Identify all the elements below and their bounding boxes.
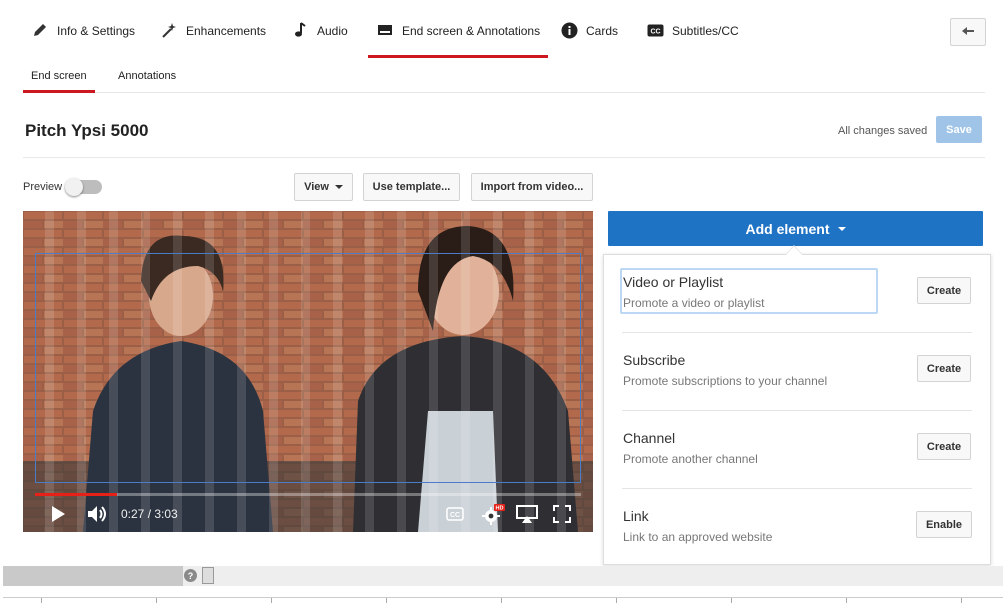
hd-badge: HD — [496, 506, 504, 512]
tab-end-screen-annotations[interactable]: End screen & Annotations — [367, 18, 549, 58]
tab-info-settings[interactable]: Info & Settings — [31, 18, 135, 58]
item-description: Promote a video or playlist — [623, 296, 765, 310]
settings-gear-icon[interactable]: HD — [481, 503, 505, 530]
fullscreen-icon[interactable] — [553, 505, 571, 528]
magic-wand-icon — [160, 21, 178, 39]
ruler-tick — [731, 598, 732, 603]
ruler-tick — [156, 598, 157, 603]
tab-label: Cards — [586, 24, 619, 38]
preview-label: Preview — [23, 181, 63, 193]
tab-label: End screen & Annotations — [402, 24, 541, 38]
item-title: Channel — [623, 430, 676, 446]
svg-text:CC: CC — [450, 512, 460, 519]
end-screen-icon — [376, 21, 394, 39]
cc-icon: CC — [646, 21, 664, 39]
progress-played — [35, 493, 117, 496]
timeline-ruler — [3, 597, 1003, 609]
tab-label: Audio — [317, 24, 348, 38]
timeline-track — [3, 566, 183, 586]
info-icon — [560, 21, 578, 39]
play-icon[interactable] — [50, 505, 66, 528]
item-title: Subscribe — [623, 352, 686, 368]
toggle-knob — [65, 178, 83, 196]
tab-label: Subtitles/CC — [672, 24, 739, 38]
use-template-button[interactable]: Use template... — [363, 173, 460, 201]
item-description: Link to an approved website — [623, 530, 773, 544]
import-from-video-button[interactable]: Import from video... — [471, 173, 593, 201]
sub-tab-end-screen[interactable]: End screen — [23, 70, 95, 93]
sub-tab-label: Annotations — [118, 70, 177, 82]
ruler-tick — [616, 598, 617, 603]
video-player[interactable]: 0:27 / 3:03 CC HD — [23, 211, 593, 532]
create-subscribe-button[interactable]: Create — [917, 355, 971, 382]
view-dropdown[interactable]: View — [294, 173, 353, 201]
timeline[interactable]: ? — [3, 566, 1003, 586]
save-status: All changes saved — [838, 125, 928, 137]
item-description: Promote another channel — [623, 452, 758, 466]
timeline-scrubber-handle[interactable] — [202, 567, 214, 584]
tab-enhancements[interactable]: Enhancements — [160, 18, 266, 58]
create-channel-button[interactable]: Create — [917, 433, 971, 460]
view-label: View — [304, 181, 329, 193]
menu-item-video-playlist[interactable]: Video or Playlist Promote a video or pla… — [620, 255, 972, 333]
preview-toggle[interactable] — [65, 178, 102, 196]
help-icon[interactable]: ? — [184, 569, 197, 582]
chevron-down-icon — [837, 226, 846, 231]
back-arrow-icon — [961, 23, 975, 41]
airplay-icon[interactable] — [516, 505, 538, 528]
tab-label: Info & Settings — [57, 24, 136, 38]
time-display: 0:27 / 3:03 — [121, 507, 178, 521]
page-title: Pitch Ypsi 5000 — [25, 121, 149, 140]
tab-audio[interactable]: Audio — [291, 18, 348, 58]
tab-cards[interactable]: Cards — [560, 18, 618, 58]
ruler-tick — [846, 598, 847, 603]
import-label: Import from video... — [480, 181, 584, 193]
ruler-tick — [501, 598, 502, 603]
music-note-icon — [291, 21, 309, 39]
ruler-tick — [41, 598, 42, 603]
volume-icon[interactable] — [87, 505, 109, 528]
captions-icon[interactable]: CC — [446, 507, 464, 526]
chevron-down-icon — [334, 185, 343, 189]
sub-tab-bar: End screen Annotations — [23, 58, 985, 93]
menu-item-subscribe[interactable]: Subscribe Promote subscriptions to your … — [622, 333, 972, 411]
tab-subtitles-cc[interactable]: CC Subtitles/CC — [646, 18, 739, 58]
tab-label: Enhancements — [186, 24, 267, 38]
save-button[interactable]: Save — [936, 116, 982, 143]
sub-tab-label: End screen — [31, 70, 87, 82]
end-screen-safe-area — [35, 253, 581, 483]
menu-item-link[interactable]: Link Link to an approved website Enable — [622, 489, 972, 567]
video-progress-bar[interactable] — [35, 493, 581, 496]
add-element-button[interactable]: Add element — [608, 211, 983, 246]
item-title: Video or Playlist — [623, 274, 724, 290]
use-template-label: Use template... — [372, 181, 451, 193]
ruler-tick — [271, 598, 272, 603]
ruler-tick — [386, 598, 387, 603]
ruler-tick — [961, 598, 962, 603]
end-screen-editor: Info & Settings Enhancements Audio End s… — [0, 0, 1004, 609]
menu-item-channel[interactable]: Channel Promote another channel Create — [622, 411, 972, 489]
add-element-label: Add element — [745, 220, 830, 237]
enable-link-button[interactable]: Enable — [916, 511, 972, 538]
top-tab-bar: Info & Settings Enhancements Audio End s… — [0, 0, 1004, 58]
back-button[interactable] — [950, 18, 986, 46]
sub-tab-annotations[interactable]: Annotations — [118, 70, 176, 93]
add-element-menu: Video or Playlist Promote a video or pla… — [603, 254, 991, 565]
create-video-playlist-button[interactable]: Create — [917, 277, 971, 304]
pencil-icon — [31, 21, 49, 39]
item-description: Promote subscriptions to your channel — [623, 374, 828, 388]
item-title: Link — [623, 508, 649, 524]
svg-text:CC: CC — [650, 28, 660, 35]
divider — [23, 157, 985, 158]
menu-pointer — [786, 246, 802, 255]
